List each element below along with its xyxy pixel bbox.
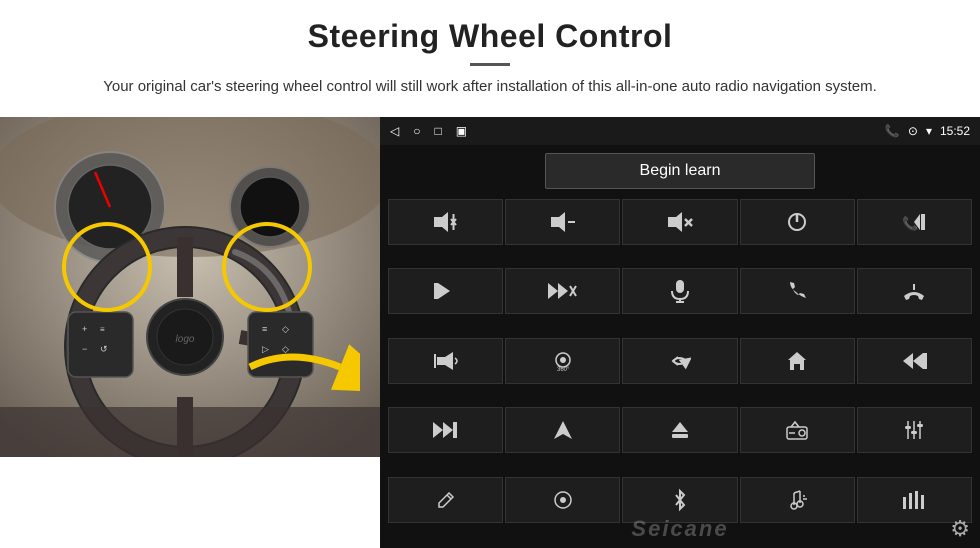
begin-learn-row: Begin learn [380, 145, 980, 197]
svg-text:↺: ↺ [100, 344, 108, 354]
phone-status-icon: 📞 [885, 124, 900, 138]
grid-cell-skip-next[interactable] [388, 268, 503, 314]
title-divider [470, 63, 510, 66]
begin-learn-button[interactable]: Begin learn [545, 153, 815, 189]
svg-text:≡: ≡ [262, 324, 267, 334]
status-bar-left: ◁ ○ □ ▣ [390, 124, 467, 138]
page-title: Steering Wheel Control [40, 18, 940, 55]
grid-cell-radio[interactable] [740, 407, 855, 453]
content-row: logo + ≡ − ↺ ≡ ◇ ▷ ◇ [0, 117, 980, 548]
svg-text:360°: 360° [557, 367, 570, 373]
grid-cell-navigate[interactable] [505, 407, 620, 453]
steering-wheel-svg: logo + ≡ − ↺ ≡ ◇ ▷ ◇ [0, 117, 380, 457]
back-nav-icon[interactable]: ◁ [390, 124, 399, 138]
home-nav-icon[interactable]: ○ [413, 124, 420, 138]
grid-cell-vol-up[interactable] [388, 199, 503, 245]
header-section: Steering Wheel Control Your original car… [0, 0, 980, 117]
subtitle-text: Your original car's steering wheel contr… [80, 76, 900, 99]
svg-text:◇: ◇ [282, 324, 289, 334]
grid-cell-mic[interactable] [622, 268, 737, 314]
grid-cell-call[interactable] [740, 268, 855, 314]
grid-cell-music[interactable] [740, 477, 855, 523]
grid-cell-skip-next-x[interactable] [505, 268, 620, 314]
yellow-arrow [240, 337, 360, 397]
head-unit: ◁ ○ □ ▣ 📞 ⊙ ▾ 15:52 Begin learn [380, 117, 980, 548]
grid-cell-360[interactable]: 360° [505, 338, 620, 384]
grid-cell-learn-edit[interactable] [388, 477, 503, 523]
grid-cell-fast-fwd[interactable] [388, 407, 503, 453]
svg-text:≡: ≡ [100, 325, 105, 334]
grid-cell-hangup[interactable] [857, 268, 972, 314]
grid-cell-prev-phone[interactable]: 📞 [857, 199, 972, 245]
grid-cell-mute[interactable] [622, 199, 737, 245]
controls-grid: 📞 [380, 197, 980, 548]
svg-text:−: − [82, 344, 87, 354]
sd-status-icon: ▣ [456, 124, 467, 138]
status-bar: ◁ ○ □ ▣ 📞 ⊙ ▾ 15:52 [380, 117, 980, 145]
car-image: logo + ≡ − ↺ ≡ ◇ ▷ ◇ [0, 117, 380, 457]
grid-cell-power[interactable] [740, 199, 855, 245]
wifi-status-icon: ▾ [926, 124, 932, 138]
grid-cell-home[interactable] [740, 338, 855, 384]
grid-cell-eq-settings[interactable] [857, 407, 972, 453]
svg-text:+: + [82, 324, 87, 334]
grid-cell-back[interactable] [622, 338, 737, 384]
grid-cell-eject[interactable] [622, 407, 737, 453]
grid-cell-vol-down[interactable] [505, 199, 620, 245]
grid-cell-horn[interactable] [388, 338, 503, 384]
page: Steering Wheel Control Your original car… [0, 0, 980, 548]
location-status-icon: ⊙ [908, 124, 918, 138]
grid-cell-menu[interactable] [505, 477, 620, 523]
recents-nav-icon[interactable]: □ [434, 124, 441, 138]
svg-text:logo: logo [176, 334, 195, 345]
settings-gear-icon[interactable]: ⚙ [950, 516, 970, 542]
grid-cell-prev-prev[interactable] [857, 338, 972, 384]
time-display: 15:52 [940, 124, 970, 138]
grid-cell-bluetooth[interactable] [622, 477, 737, 523]
status-bar-right: 📞 ⊙ ▾ 15:52 [885, 124, 970, 138]
